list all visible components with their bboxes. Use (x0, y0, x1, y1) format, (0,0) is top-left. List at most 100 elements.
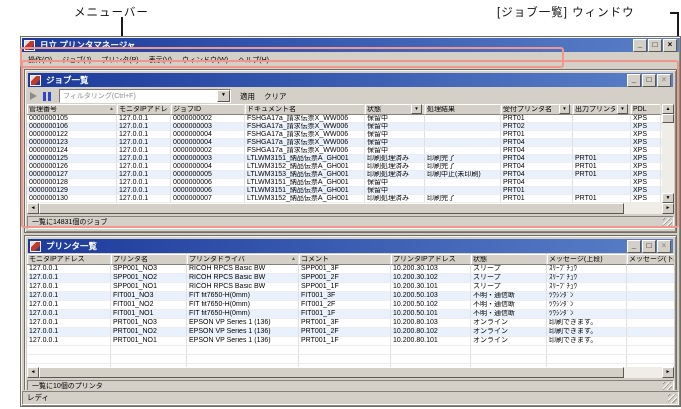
table-row[interactable]: 127.0.0.1 PRT001_NO3 EPSON VP Series 1 (13… (27, 319, 674, 328)
main-title-bar[interactable]: 日立 プリンタマネージャ _ □ × (22, 38, 679, 52)
vertical-scrollbar[interactable]: ▲ ▼ (662, 104, 674, 203)
table-row[interactable]: 127.0.0.1 SPP001_NO3 RICOH RPCS Basic BW SP… (27, 265, 674, 274)
resize-grip[interactable] (668, 394, 677, 403)
table-row[interactable]: 127.0.0.1 FIT001_NO1 FIT fit7650-H(0mm) FIT… (27, 310, 674, 319)
column-header[interactable]: メッセージ(上段) (547, 254, 627, 265)
table-cell: SPP001_3F (299, 265, 391, 273)
table-row[interactable]: 0000000122 127.0.0.1 0000000004 FSHGA17a_請求… (27, 131, 662, 139)
column-header[interactable]: モニタIPアドレス (117, 104, 171, 115)
column-header[interactable]: メッセージ(下段) (627, 254, 674, 265)
scrollbar-thumb[interactable] (662, 114, 674, 123)
menu-item[interactable]: 操作(O) (23, 53, 57, 67)
menu-item[interactable]: ジョブ(J) (57, 53, 96, 67)
column-header-label: 状態 (367, 105, 381, 113)
menu-item[interactable]: ヘルプ(H) (233, 53, 274, 67)
scroll-up-icon[interactable]: ▲ (662, 104, 674, 114)
table-cell: PRT001_NO3 (111, 319, 187, 327)
column-header[interactable]: ジョブID (171, 104, 245, 115)
table-row[interactable]: 0000000106 127.0.0.1 0000000003 FSHGA17a_請求… (27, 123, 662, 131)
table-row[interactable] (27, 355, 674, 364)
filter-dropdown-icon[interactable]: ▼ (617, 104, 628, 114)
table-cell: LTLWM3152_納品伝票A_GH001 (245, 195, 365, 202)
table-row[interactable]: 0000000126 127.0.0.1 0000000004 LTLWM3152_納… (27, 163, 662, 171)
table-cell: 10.200.30.103 (391, 265, 471, 273)
table-cell: 印刷完了 (425, 195, 501, 202)
table-row[interactable]: 0000000124 127.0.0.1 0000000002 FSHGA17a_請求… (27, 147, 662, 155)
table-row[interactable]: 127.0.0.1 FIT001_NO2 FIT fit7650-H(0mm) FIT… (27, 301, 674, 310)
column-header[interactable]: PDL (631, 104, 661, 115)
column-header[interactable]: プリンタ名 (111, 254, 187, 265)
table-cell (627, 355, 674, 363)
chevron-down-icon[interactable]: ▼ (217, 90, 230, 102)
scroll-left-icon[interactable]: ◄ (27, 367, 39, 378)
column-header[interactable]: モニタIPアドレス (27, 254, 111, 265)
table-row[interactable]: 0000000127 127.0.0.1 0000000005 LTLWM3153_納… (27, 171, 662, 179)
table-cell (573, 179, 631, 186)
scroll-right-icon[interactable]: ► (662, 203, 674, 214)
resume-icon[interactable] (30, 92, 37, 100)
filter-dropdown-icon[interactable]: ▼ (559, 104, 570, 114)
printer-table: モニタIPアドレス プリンタ名 プリンタドライバ ▲ コメント プリンタIPアドレス 状態 メ… (27, 254, 674, 367)
column-header[interactable]: コメント (299, 254, 391, 265)
table-row[interactable]: 0000000123 127.0.0.1 0000000004 FSHGA17a_請求… (27, 139, 662, 147)
table-cell (425, 187, 501, 194)
table-row[interactable]: 0000000129 127.0.0.1 0000000006 LTLWM3151_納… (27, 187, 662, 195)
printer-window-title-bar[interactable]: プリンタ一覧 _ □ × (28, 239, 673, 253)
column-header[interactable]: 管理番号 ▲ (27, 104, 117, 115)
scrollbar-thumb[interactable] (39, 367, 624, 378)
filter-dropdown-icon[interactable]: ▼ (411, 104, 422, 114)
maximize-icon[interactable]: □ (642, 239, 656, 253)
job-table-header: 管理番号 ▲ モニタIPアドレスジョブID ドキュメント名 状態 ▼ 処理結果 受付プリンタ名… (27, 104, 662, 115)
menu-item[interactable]: プリンタ(P) (96, 53, 143, 67)
horizontal-scrollbar[interactable]: ◄ ► (27, 367, 674, 378)
table-row[interactable] (27, 346, 674, 355)
main-window-title: 日立 プリンタマネージャ (40, 40, 136, 50)
table-cell: XPS (631, 195, 661, 202)
column-header[interactable]: 状態 (471, 254, 547, 265)
table-row[interactable]: 0000000105 127.0.0.1 0000000002 FSHGA17a_請求… (27, 115, 662, 123)
column-header[interactable]: 出力プリンタ名▼ (573, 104, 631, 115)
pause-icon[interactable] (43, 91, 51, 101)
scroll-down-icon[interactable]: ▼ (662, 193, 674, 203)
table-row[interactable]: 127.0.0.1 PRT001_NO1 EPSON VP Series 1 (13… (27, 337, 674, 346)
column-header[interactable]: プリンタIPアドレス (391, 254, 471, 265)
maximize-icon[interactable]: □ (648, 38, 662, 52)
clear-button[interactable]: クリア (264, 91, 287, 102)
minimize-icon[interactable]: _ (633, 38, 647, 52)
column-header[interactable]: 処理結果 (425, 104, 501, 115)
table-cell (27, 355, 111, 363)
resize-grip[interactable] (663, 382, 672, 390)
apply-button[interactable]: 適用 (240, 91, 255, 102)
minimize-icon[interactable]: _ (627, 73, 641, 87)
table-row[interactable]: 127.0.0.1 SPP001_NO1 RICOH RPCS Basic BW SP… (27, 283, 674, 292)
maximize-icon[interactable]: □ (642, 73, 656, 87)
table-cell: 127.0.0.1 (27, 265, 111, 273)
table-row[interactable]: 0000000130 127.0.0.1 0000000007 LTLWM3152_納… (27, 195, 662, 203)
minimize-icon[interactable]: _ (627, 239, 641, 253)
menu-item[interactable]: ウィンドウ(W) (177, 53, 233, 67)
table-row[interactable]: 127.0.0.1 FIT001_NO3 FIT fit7650-H(0mm) FIT… (27, 292, 674, 301)
table-row[interactable]: 0000000128 127.0.0.1 0000000006 LTLWM3151_納… (27, 179, 662, 187)
table-row[interactable]: 127.0.0.1 PRT001_NO2 EPSON VP Series 1 (13… (27, 328, 674, 337)
table-cell: XPS (631, 179, 661, 186)
scrollbar-thumb[interactable] (39, 203, 624, 214)
column-header[interactable]: ドキュメント名 (245, 104, 365, 115)
close-icon[interactable]: × (663, 38, 677, 52)
filter-input[interactable]: フィルタリング(Ctrl+F) ▼ (59, 89, 231, 103)
resize-grip[interactable] (663, 218, 672, 227)
table-cell: 0000000128 (27, 179, 117, 186)
scroll-left-icon[interactable]: ◄ (27, 203, 39, 214)
job-window-title-bar[interactable]: ジョブ一覧 _ □ × (28, 73, 673, 87)
column-header[interactable]: 受付プリンタ名 ▼ (501, 104, 573, 115)
menu-bar: 操作(O) ジョブ(J) プリンタ(P) 表示(V) ウィンドウ(W) ヘルプ(H) (21, 53, 680, 66)
menu-item[interactable]: 表示(V) (144, 53, 177, 67)
table-row[interactable]: 0000000125 127.0.0.1 0000000003 LTLWM3151_納… (27, 155, 662, 163)
table-cell: 保留中 (365, 147, 425, 154)
column-header[interactable]: 状態 ▼ (365, 104, 425, 115)
column-header[interactable]: プリンタドライバ ▲ (187, 254, 299, 265)
table-row[interactable]: 127.0.0.1 SPP001_NO2 RICOH RPCS Basic BW SP… (27, 274, 674, 283)
table-cell: 0000000007 (171, 195, 245, 202)
table-cell: 127.0.0.1 (117, 123, 171, 130)
scroll-right-icon[interactable]: ► (662, 367, 674, 378)
horizontal-scrollbar[interactable]: ◄ ► (27, 203, 674, 214)
